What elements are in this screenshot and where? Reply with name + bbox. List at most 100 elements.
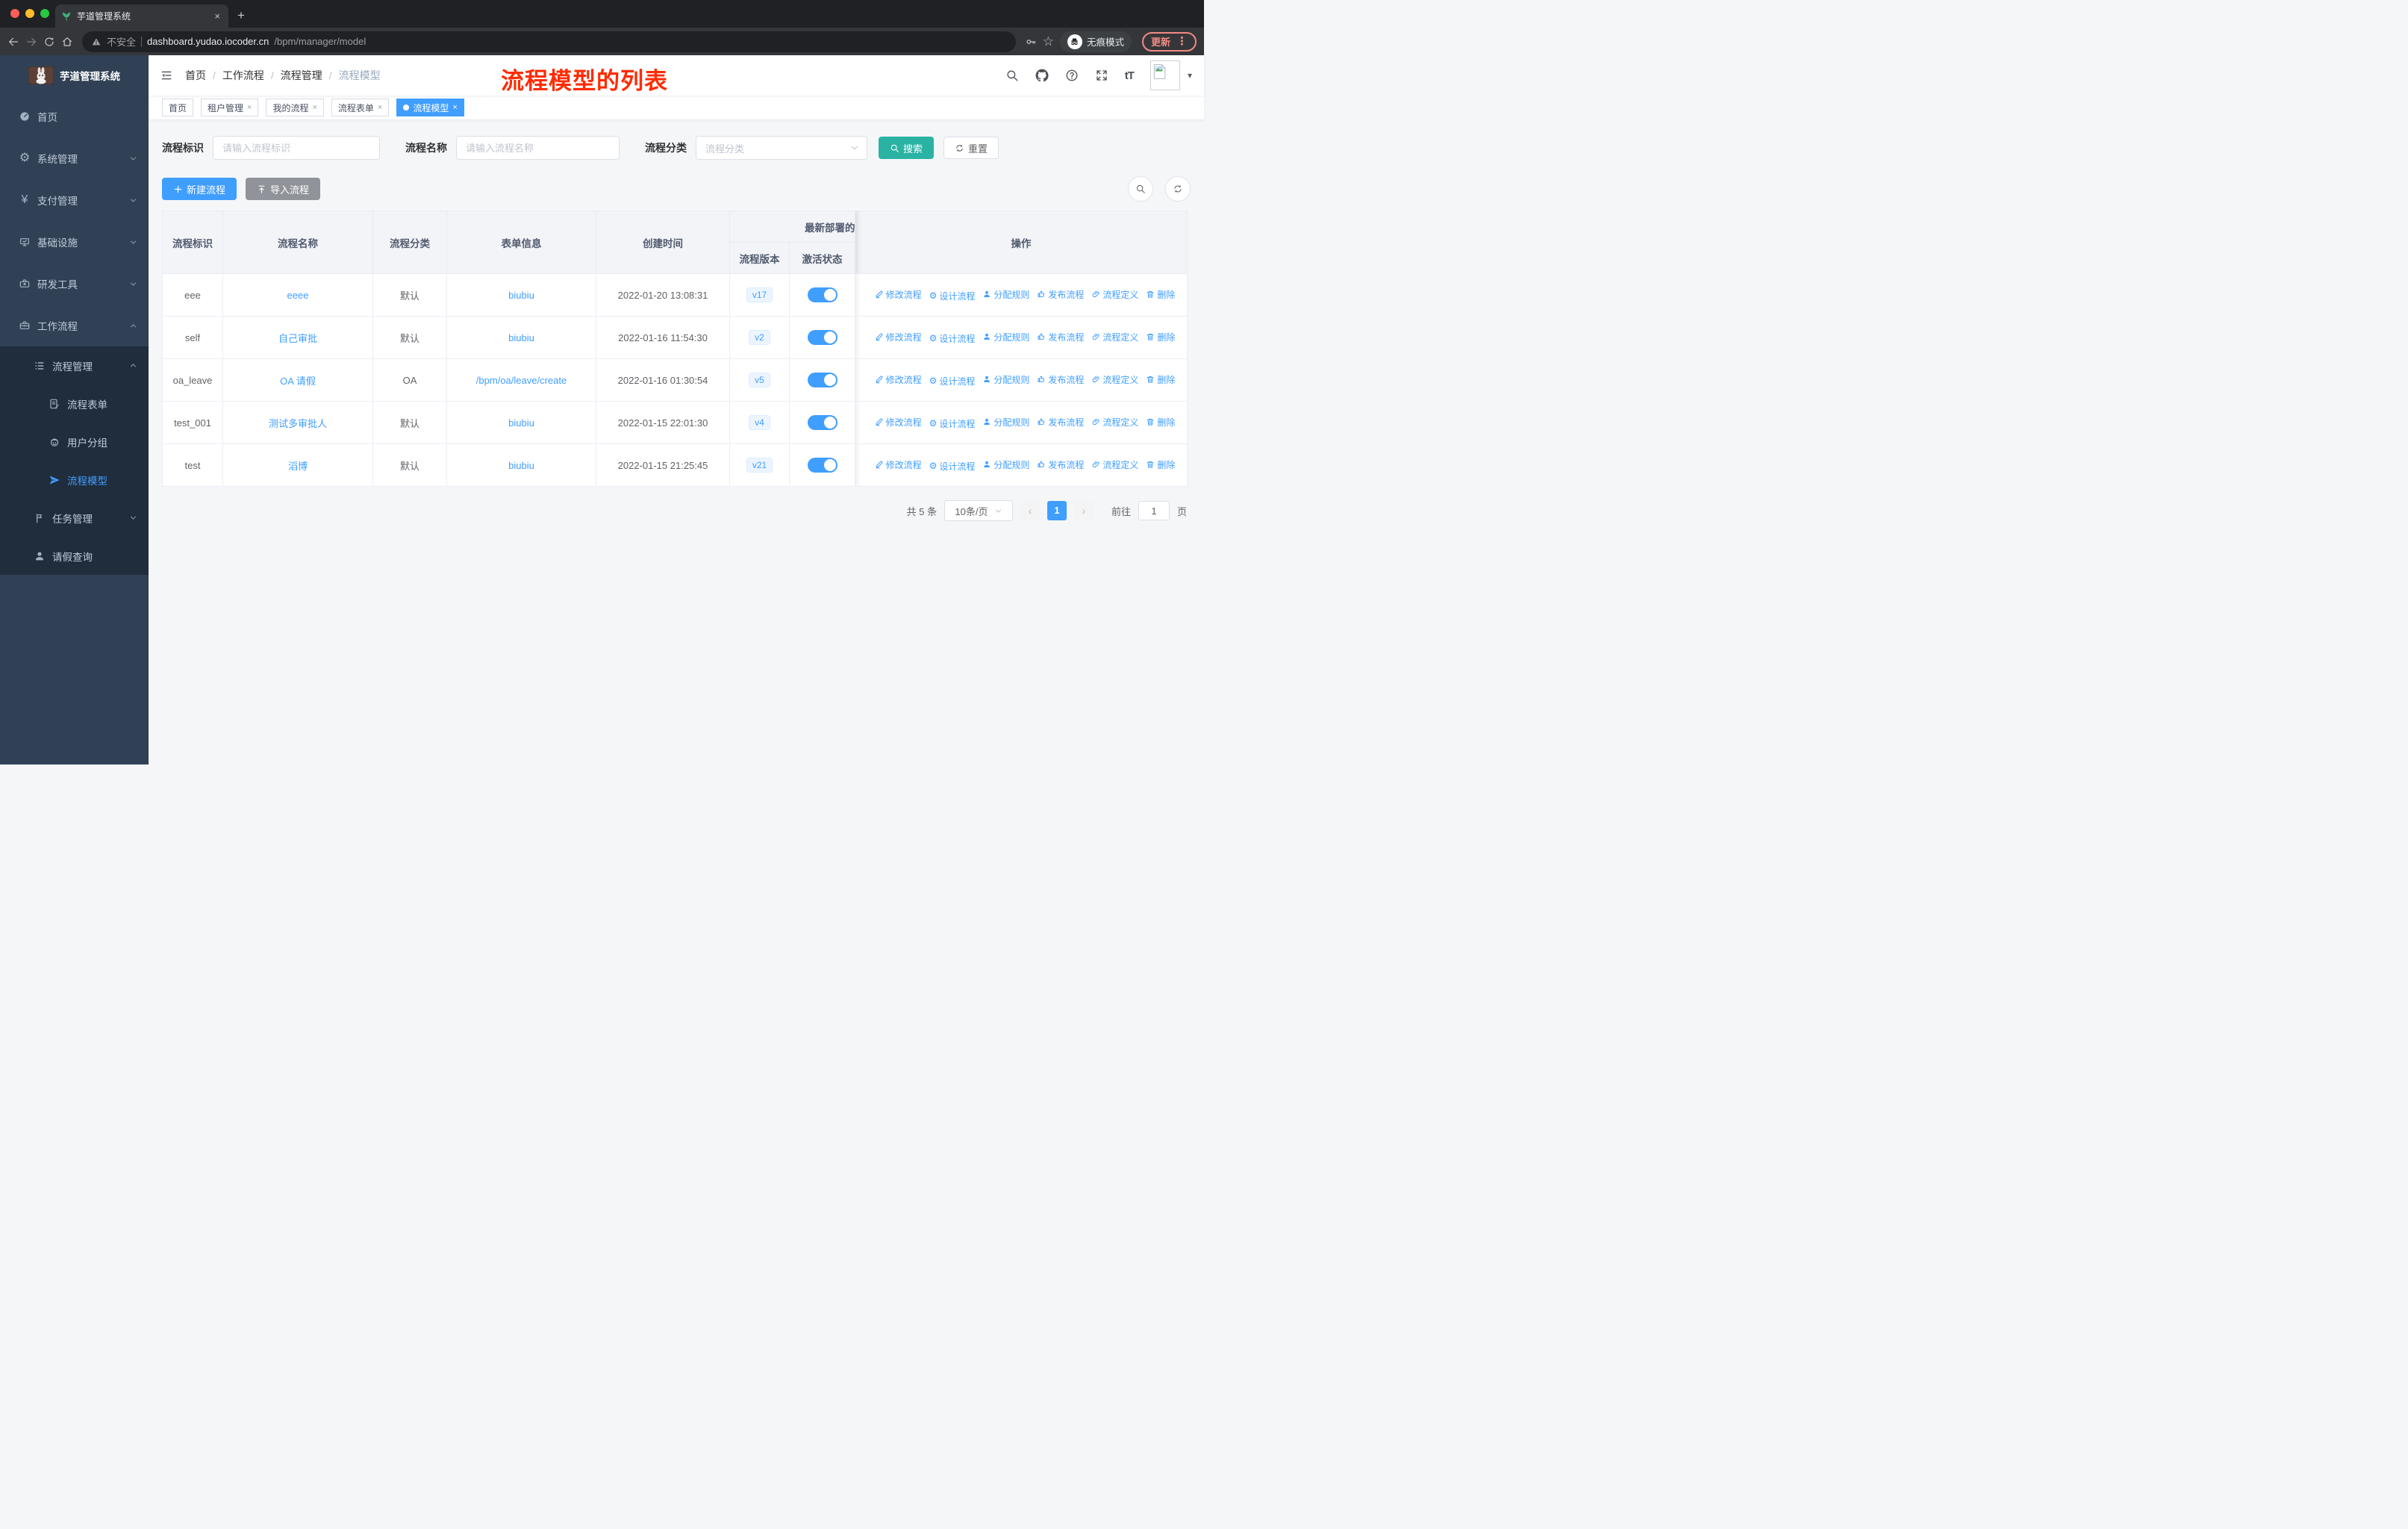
close-icon[interactable]: ×: [312, 103, 316, 112]
new-tab-button[interactable]: +: [237, 8, 245, 23]
forward-icon[interactable]: [25, 36, 37, 48]
reset-button[interactable]: 重置: [943, 137, 999, 159]
tag-tenant-manage[interactable]: 租户管理 ×: [201, 99, 259, 116]
page-1-button[interactable]: 1: [1047, 501, 1067, 520]
action-delete[interactable]: 删除: [1146, 458, 1175, 471]
form-info-link[interactable]: /bpm/oa/leave/create: [476, 375, 567, 386]
next-page-button[interactable]: ›: [1073, 501, 1094, 520]
back-icon[interactable]: [7, 36, 19, 48]
import-process-button[interactable]: 导入流程: [246, 178, 321, 200]
sidebar-item-process-manage[interactable]: 流程管理: [0, 346, 149, 384]
action-delete[interactable]: 删除: [1146, 373, 1175, 386]
breadcrumb-item[interactable]: 首页: [185, 68, 206, 83]
avatar[interactable]: [1150, 60, 1180, 90]
tab-close-icon[interactable]: ×: [212, 10, 222, 22]
action-design-process[interactable]: ⚙ 设计流程: [929, 290, 976, 302]
action-process-definition[interactable]: 流程定义: [1091, 288, 1138, 301]
page-size-select[interactable]: 10条/页: [943, 500, 1013, 521]
home-icon[interactable]: [61, 36, 73, 48]
active-switch[interactable]: [807, 415, 838, 430]
version-tag[interactable]: v2: [749, 330, 770, 345]
action-publish-process[interactable]: 发布流程: [1037, 416, 1084, 429]
sidebar-item-home[interactable]: 首页: [0, 96, 149, 137]
refresh-table-button[interactable]: [1165, 176, 1191, 202]
goto-page-input[interactable]: [1138, 501, 1170, 520]
sidebar-item-infrastructure[interactable]: 基础设施: [0, 221, 149, 263]
create-process-button[interactable]: 新建流程: [162, 178, 237, 200]
header-search-icon[interactable]: [1005, 69, 1019, 82]
version-tag[interactable]: v17: [746, 287, 773, 302]
active-switch[interactable]: [807, 458, 838, 473]
action-assign-rule[interactable]: 分配规则: [982, 288, 1029, 301]
sidebar-item-user-group[interactable]: 用户分组: [0, 423, 149, 461]
version-tag[interactable]: v5: [749, 373, 770, 387]
breadcrumb-item[interactable]: 工作流程: [222, 68, 264, 83]
action-modify-process[interactable]: 修改流程: [875, 373, 922, 386]
action-delete[interactable]: 删除: [1146, 416, 1175, 429]
close-icon[interactable]: ×: [452, 103, 457, 112]
active-switch[interactable]: [807, 287, 838, 302]
sidebar-item-payment[interactable]: ¥ 支付管理: [0, 179, 149, 221]
reload-icon[interactable]: [43, 36, 55, 48]
sidebar-item-leave-query[interactable]: 请假查询: [0, 537, 149, 575]
sidebar-item-workflow[interactable]: 工作流程: [0, 305, 149, 346]
search-button[interactable]: 搜索: [879, 137, 935, 159]
sidebar-item-process-model[interactable]: 流程模型: [0, 461, 149, 499]
filter-key-input[interactable]: [213, 136, 380, 160]
tag-process-model[interactable]: 流程模型 ×: [396, 99, 464, 116]
form-info-link[interactable]: biubiu: [508, 460, 534, 471]
action-assign-rule[interactable]: 分配规则: [982, 416, 1029, 429]
action-design-process[interactable]: ⚙ 设计流程: [929, 460, 976, 473]
bookmark-star-icon[interactable]: ☆: [1043, 35, 1054, 48]
close-icon[interactable]: ×: [378, 103, 382, 112]
action-design-process[interactable]: ⚙ 设计流程: [929, 375, 976, 387]
active-switch[interactable]: [807, 373, 838, 387]
action-modify-process[interactable]: 修改流程: [875, 416, 922, 429]
model-name-link[interactable]: 滔博: [288, 461, 308, 472]
sidebar-item-system[interactable]: ⚙ 系统管理: [0, 137, 149, 179]
action-modify-process[interactable]: 修改流程: [875, 458, 922, 471]
model-name-link[interactable]: 自己审批: [278, 333, 317, 344]
action-delete[interactable]: 删除: [1146, 331, 1175, 343]
form-info-link[interactable]: biubiu: [508, 332, 534, 343]
form-info-link[interactable]: biubiu: [508, 290, 534, 301]
fullscreen-icon[interactable]: [1095, 69, 1108, 82]
sidebar-item-dev-tools[interactable]: 研发工具: [0, 263, 149, 305]
action-design-process[interactable]: ⚙ 设计流程: [929, 332, 976, 345]
action-modify-process[interactable]: 修改流程: [875, 288, 922, 301]
app-logo[interactable]: 芋道管理系统: [0, 55, 149, 96]
tag-my-process[interactable]: 我的流程 ×: [266, 99, 324, 116]
breadcrumb-item[interactable]: 流程管理: [281, 68, 322, 83]
window-close-button[interactable]: [10, 9, 19, 18]
key-icon[interactable]: [1025, 36, 1037, 48]
action-process-definition[interactable]: 流程定义: [1091, 373, 1138, 386]
sidebar-item-process-form[interactable]: 流程表单: [0, 384, 149, 423]
filter-category-select[interactable]: 流程分类: [696, 136, 867, 160]
action-publish-process[interactable]: 发布流程: [1037, 458, 1084, 471]
sidebar-item-task-manage[interactable]: 任务管理: [0, 499, 149, 537]
url-bar[interactable]: 不安全 dashboard.yudao.iocoder.cn/bpm/manag…: [82, 31, 1016, 52]
action-assign-rule[interactable]: 分配规则: [982, 458, 1029, 471]
version-tag[interactable]: v4: [749, 415, 770, 430]
model-name-link[interactable]: OA 请假: [280, 376, 316, 387]
model-name-link[interactable]: eeee: [287, 290, 309, 301]
close-icon[interactable]: ×: [247, 103, 252, 112]
action-publish-process[interactable]: 发布流程: [1037, 288, 1084, 301]
action-process-definition[interactable]: 流程定义: [1091, 331, 1138, 343]
action-assign-rule[interactable]: 分配规则: [982, 331, 1029, 343]
caret-down-icon[interactable]: ▾: [1188, 70, 1192, 81]
action-design-process[interactable]: ⚙ 设计流程: [929, 417, 976, 430]
sidebar-collapse-icon[interactable]: [160, 69, 172, 81]
action-process-definition[interactable]: 流程定义: [1091, 458, 1138, 471]
help-icon[interactable]: [1065, 69, 1079, 82]
tag-process-form[interactable]: 流程表单 ×: [331, 99, 390, 116]
update-button[interactable]: 更新 ⋮: [1141, 31, 1197, 52]
window-minimize-button[interactable]: [25, 9, 34, 18]
action-publish-process[interactable]: 发布流程: [1037, 373, 1084, 386]
toggle-search-button[interactable]: [1128, 176, 1153, 202]
window-maximize-button[interactable]: [40, 9, 49, 18]
filter-name-input[interactable]: [456, 136, 620, 160]
action-delete[interactable]: 删除: [1146, 288, 1175, 301]
prev-page-button[interactable]: ‹: [1020, 501, 1040, 520]
browser-menu-icon[interactable]: ⋮: [1176, 36, 1188, 47]
